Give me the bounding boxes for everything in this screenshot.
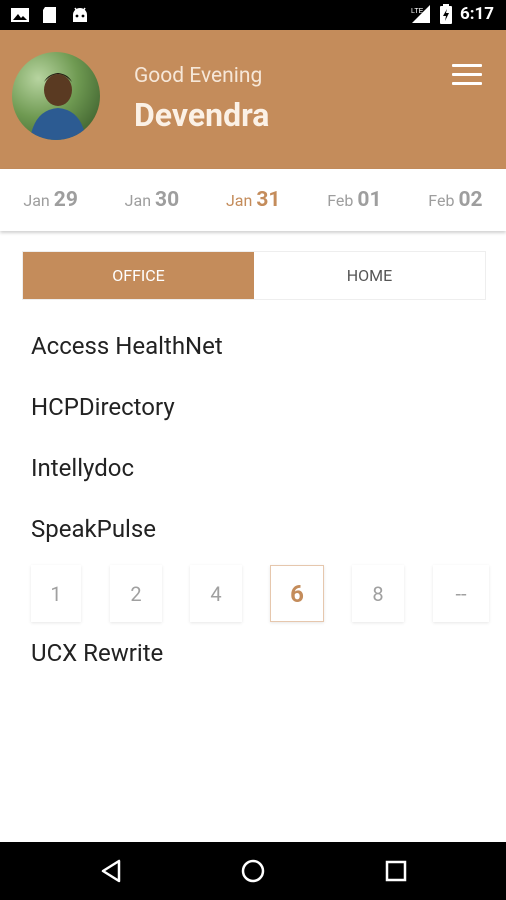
date-jan-31[interactable]: Jan 31 bbox=[226, 188, 280, 212]
android-icon bbox=[73, 7, 87, 22]
tab-home[interactable]: HOME bbox=[254, 252, 485, 299]
project-item-ucx-rewrite[interactable]: UCX Rewrite bbox=[31, 639, 163, 667]
image-icon bbox=[11, 8, 29, 22]
signal-icon: LTE bbox=[411, 5, 430, 23]
date-selector: Jan 29 Jan 30 Jan 31 Feb 01 Feb 02 bbox=[0, 169, 506, 231]
user-name: Devendra bbox=[134, 96, 270, 134]
hours-option-2[interactable]: 2 bbox=[110, 565, 162, 622]
avatar-photo bbox=[30, 73, 86, 140]
sd-card-icon bbox=[43, 7, 56, 23]
header: Good Evening Devendra bbox=[0, 30, 506, 169]
hours-picker: 1 2 4 6 8 -- bbox=[31, 565, 491, 622]
date-day: 31 bbox=[256, 188, 281, 212]
date-feb-02[interactable]: Feb 02 bbox=[428, 188, 482, 212]
tab-office[interactable]: OFFICE bbox=[23, 252, 254, 299]
battery-icon bbox=[439, 4, 452, 24]
date-jan-30[interactable]: Jan 30 bbox=[125, 188, 179, 212]
project-item-intellydoc[interactable]: Intellydoc bbox=[31, 454, 134, 482]
date-feb-01[interactable]: Feb 01 bbox=[327, 188, 381, 212]
recents-icon[interactable] bbox=[381, 857, 411, 885]
home-icon[interactable] bbox=[238, 857, 268, 885]
date-month: Jan bbox=[225, 191, 253, 210]
hours-option-6[interactable]: 6 bbox=[270, 565, 324, 622]
project-item-access-healthnet[interactable]: Access HealthNet bbox=[31, 332, 223, 360]
back-icon[interactable] bbox=[97, 857, 127, 885]
status-bar: LTE 6:17 bbox=[0, 0, 506, 30]
date-jan-29[interactable]: Jan 29 bbox=[23, 188, 77, 212]
date-day: 30 bbox=[155, 188, 180, 212]
hours-option-1[interactable]: 1 bbox=[31, 565, 81, 622]
hours-option-8[interactable]: 8 bbox=[352, 565, 404, 622]
date-month: Jan bbox=[124, 191, 152, 210]
status-right: LTE 6:17 bbox=[410, 4, 494, 24]
hours-option-4[interactable]: 4 bbox=[190, 565, 242, 622]
date-month: Jan bbox=[23, 191, 50, 210]
hamburger-menu-icon[interactable] bbox=[452, 64, 482, 86]
status-time: 6:17 bbox=[459, 4, 494, 24]
date-month: Feb bbox=[327, 191, 354, 210]
location-segmented-control: OFFICE HOME bbox=[22, 251, 486, 300]
hours-option-none[interactable]: -- bbox=[433, 565, 489, 622]
date-day: 29 bbox=[53, 188, 78, 212]
status-left-icons bbox=[10, 6, 90, 24]
avatar[interactable] bbox=[12, 52, 100, 140]
project-item-speakpulse[interactable]: SpeakPulse bbox=[31, 515, 156, 543]
date-month: Feb bbox=[428, 191, 455, 210]
greeting-text: Good Evening bbox=[134, 64, 263, 88]
system-nav-bar bbox=[0, 842, 506, 900]
date-day: 02 bbox=[458, 188, 483, 212]
svg-text:LTE: LTE bbox=[411, 8, 424, 15]
project-item-hcpdirectory[interactable]: HCPDirectory bbox=[31, 393, 175, 421]
date-day: 01 bbox=[357, 188, 382, 212]
